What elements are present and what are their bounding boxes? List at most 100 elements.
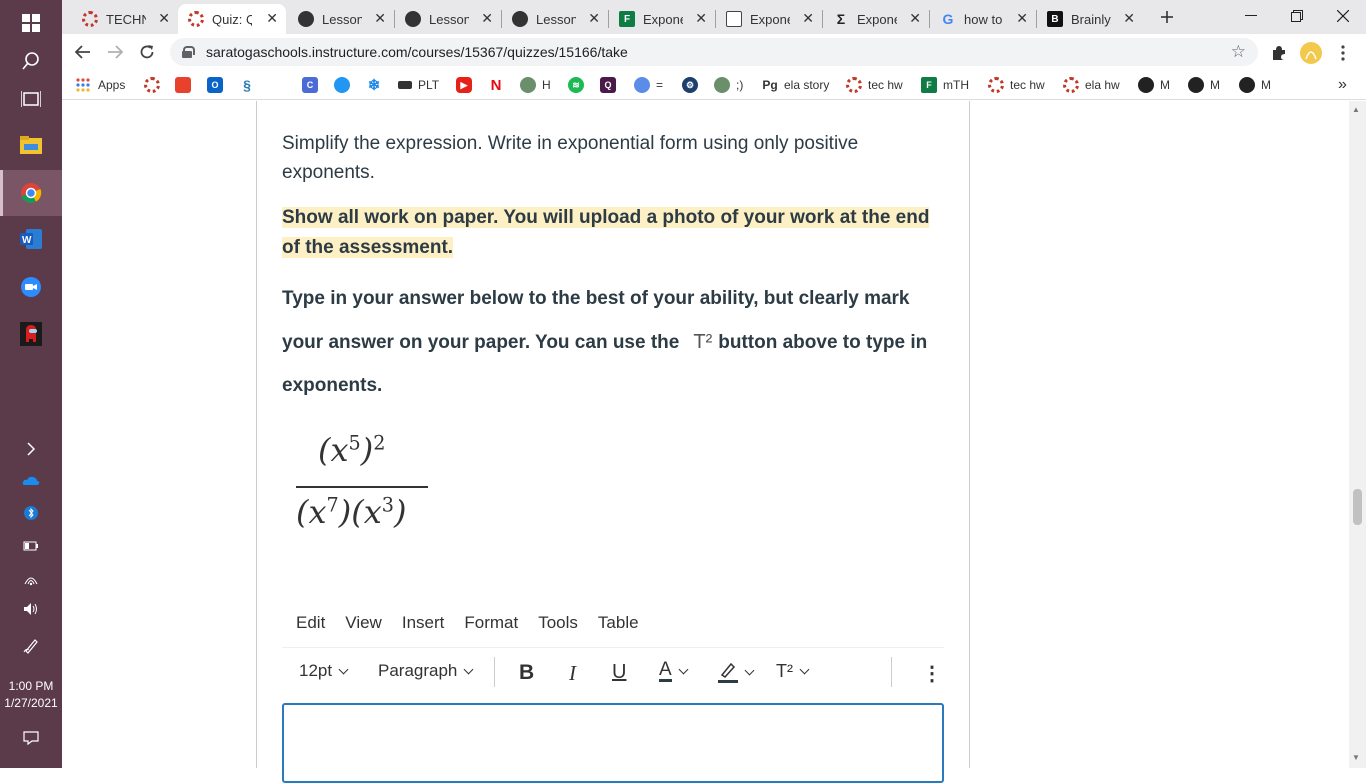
word-icon[interactable]: W (0, 216, 62, 262)
bookmark-mth[interactable]: F mTH (921, 75, 969, 95)
italic-button[interactable]: I (569, 661, 576, 686)
answer-editor-textarea[interactable] (282, 703, 944, 783)
bookmark-netflix[interactable]: N (488, 75, 510, 95)
tab-google-search[interactable]: G how to ✕ (930, 4, 1036, 34)
scroll-up-arrow[interactable]: ▲ (1352, 105, 1360, 114)
profile-avatar[interactable] (1300, 42, 1322, 64)
close-window-button[interactable] (1320, 0, 1366, 32)
bluetooth-icon[interactable] (0, 498, 62, 528)
bookmark-tec-hw-1[interactable]: tec hw (846, 75, 903, 95)
close-icon[interactable]: ✕ (909, 10, 921, 27)
chevron-right-icon[interactable] (0, 434, 62, 464)
bookmark-office[interactable] (175, 75, 197, 95)
tab-quiz[interactable]: Quiz: Qu ✕ (178, 4, 286, 34)
among-us-icon[interactable] (0, 311, 62, 357)
bookmarks-overflow-button[interactable]: » (1338, 75, 1347, 95)
bookmark-apps[interactable]: Apps (76, 75, 125, 95)
close-icon[interactable]: ✕ (1016, 10, 1028, 27)
page-scrollbar[interactable]: ▲ ▼ (1349, 101, 1366, 768)
bookmark-plt[interactable]: PLT (398, 75, 439, 95)
wifi-icon[interactable] (0, 564, 62, 594)
bookmark-youtube[interactable]: ▶ (456, 75, 478, 95)
globe-icon (1188, 77, 1204, 93)
close-icon[interactable]: ✕ (266, 10, 278, 27)
bookmark-outlook[interactable]: O (207, 75, 229, 95)
address-bar[interactable]: saratogaschools.instructure.com/courses/… (170, 38, 1258, 66)
chrome-menu-icon[interactable] (1332, 42, 1354, 64)
task-view-icon[interactable] (0, 76, 62, 122)
scrollbar-thumb[interactable] (1353, 489, 1362, 525)
pen-ink-icon[interactable] (0, 631, 62, 661)
gear-icon: ⚙ (682, 77, 698, 93)
close-icon[interactable]: ✕ (1123, 10, 1135, 27)
chrome-taskbar-icon[interactable] (0, 170, 62, 216)
tab-lesson-1[interactable]: Lesson - ✕ (288, 4, 394, 34)
menu-view[interactable]: View (345, 613, 382, 635)
text-color-button[interactable]: A (659, 660, 689, 682)
bookmark-equals[interactable]: = (634, 75, 663, 95)
font-size-select[interactable]: 12pt (299, 661, 349, 681)
bookmark-m-3[interactable]: M (1239, 75, 1271, 95)
bookmark-m-2[interactable]: M (1188, 75, 1220, 95)
minimize-button[interactable] (1228, 0, 1274, 32)
zoom-icon[interactable] (0, 264, 62, 310)
bookmark-quizlet[interactable]: Q (600, 75, 622, 95)
close-icon[interactable]: ✕ (802, 10, 814, 27)
quiz-page: Simplify the expression. Write in expone… (62, 101, 1366, 783)
lock-icon[interactable] (182, 46, 195, 58)
tab-brainly[interactable]: B Brainly.c ✕ (1037, 4, 1143, 34)
chevron-down-icon (744, 665, 755, 675)
menu-tools[interactable]: Tools (538, 613, 578, 635)
close-icon[interactable]: ✕ (588, 10, 600, 27)
block-format-select[interactable]: Paragraph (378, 661, 474, 681)
more-options-button[interactable]: ⋮ (922, 661, 942, 686)
bookmark-h[interactable]: H (520, 75, 551, 95)
underline-button[interactable]: U (612, 661, 626, 684)
tab-lesson-3[interactable]: Lesson - ✕ (502, 4, 608, 34)
bookmark-ela-hw[interactable]: ela hw (1063, 75, 1120, 95)
volume-icon[interactable] (0, 594, 62, 624)
close-icon[interactable]: ✕ (695, 10, 707, 27)
restore-button[interactable] (1274, 0, 1320, 32)
extensions-puzzle-icon[interactable] (1268, 42, 1290, 64)
bookmark-clever[interactable]: C (302, 75, 324, 95)
bookmark-ela-story[interactable]: Pg ela story (762, 75, 829, 95)
menu-table[interactable]: Table (598, 613, 639, 635)
file-explorer-icon[interactable] (0, 122, 62, 168)
bookmark-compass[interactable] (334, 75, 356, 95)
bold-button[interactable]: B (519, 661, 534, 685)
bookmark-m-1[interactable]: M (1138, 75, 1170, 95)
taskbar-clock[interactable]: 1:00 PM 1/27/2021 (0, 678, 62, 712)
tab-techno[interactable]: TECHNO ✕ (72, 4, 178, 34)
battery-icon[interactable] (0, 531, 62, 561)
font-size-value: 12pt (299, 661, 333, 680)
bookmark-gear[interactable]: ⚙ (682, 75, 704, 95)
back-button[interactable] (70, 40, 96, 64)
new-tab-button[interactable] (1154, 4, 1180, 30)
answer-instructions: Type in your answer below to the best of… (282, 277, 942, 408)
bookmark-star-icon[interactable]: ☆ (1231, 42, 1246, 62)
close-icon[interactable]: ✕ (481, 10, 493, 27)
tab-exponents-calculator[interactable]: Expone ✕ (716, 4, 822, 34)
reload-button[interactable] (134, 40, 160, 64)
bookmark-snowflake[interactable]: ❄ (366, 75, 388, 95)
notification-icon[interactable] (0, 723, 62, 753)
tab-exponents-sigma[interactable]: Σ Expone ✕ (823, 4, 929, 34)
bookmark-canvas[interactable] (144, 75, 166, 95)
onedrive-icon[interactable] (0, 466, 62, 496)
superscript-button[interactable]: T² (776, 661, 810, 682)
tab-lesson-2[interactable]: Lesson - ✕ (395, 4, 501, 34)
scroll-down-arrow[interactable]: ▼ (1352, 753, 1360, 762)
highlight-color-button[interactable] (718, 661, 755, 683)
bookmark-smile[interactable]: ;) (714, 75, 743, 95)
bookmark-spotify[interactable]: ≋ (568, 75, 590, 95)
menu-format[interactable]: Format (464, 613, 518, 635)
bookmark-tec-hw-2[interactable]: tec hw (988, 75, 1045, 95)
close-icon[interactable]: ✕ (158, 10, 170, 27)
forward-button[interactable] (102, 40, 128, 64)
tab-exponents-forms[interactable]: F Expone ✕ (609, 4, 715, 34)
close-icon[interactable]: ✕ (374, 10, 386, 27)
menu-edit[interactable]: Edit (296, 613, 325, 635)
bookmark-swirl[interactable]: § (239, 75, 261, 95)
menu-insert[interactable]: Insert (402, 613, 445, 635)
